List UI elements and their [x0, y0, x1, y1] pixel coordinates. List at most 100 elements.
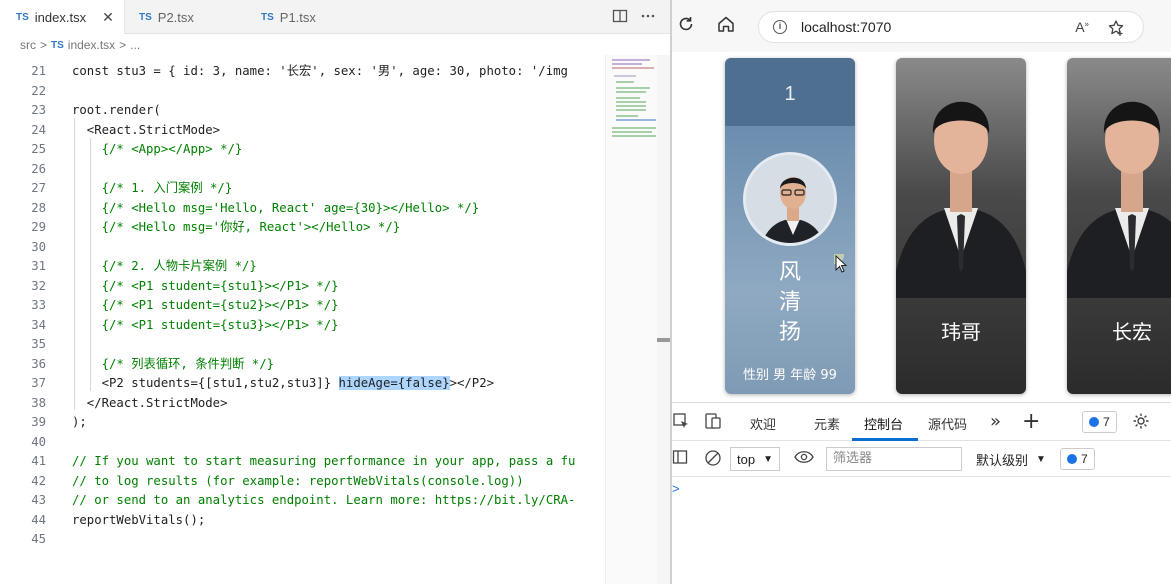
code-line[interactable]: 39); — [0, 413, 605, 433]
code-line[interactable]: 45 — [0, 530, 605, 550]
line-number: 28 — [31, 200, 46, 215]
issues-count: 7 — [1103, 415, 1110, 429]
code-line[interactable]: 38 </React.StrictMode> — [0, 394, 605, 414]
line-number: 41 — [31, 454, 46, 468]
tab-welcome[interactable]: 欢迎 — [750, 414, 776, 433]
clear-console-icon[interactable] — [704, 449, 722, 471]
close-icon[interactable]: ✕ — [102, 9, 114, 26]
tab-index-tsx[interactable]: TS index.tsx ✕ — [0, 0, 125, 34]
tab-elements[interactable]: 元素 — [814, 414, 840, 433]
add-tab-icon[interactable]: + — [1022, 409, 1040, 434]
chevron-down-icon: ▼ — [1036, 453, 1046, 465]
code-line[interactable]: 35 — [0, 335, 605, 355]
device-emulation-icon[interactable] — [704, 412, 722, 434]
context-value: top — [737, 451, 756, 467]
line-number: 25 — [31, 142, 46, 156]
mouse-cursor-icon — [826, 246, 850, 280]
code-line[interactable]: 40 — [0, 433, 605, 453]
more-tabs-icon[interactable]: » — [990, 411, 1001, 432]
line-number: 43 — [31, 493, 46, 507]
minimap[interactable] — [605, 55, 660, 584]
code-line[interactable]: 41 // If you want to start measuring perf… — [0, 452, 605, 472]
live-expression-eye-icon[interactable] — [794, 449, 814, 469]
line-number: 38 — [31, 395, 46, 410]
more-actions-icon[interactable] — [640, 8, 656, 28]
code-line[interactable]: 34 {/* <P1 student={stu3}></P1> */} — [0, 316, 605, 336]
line-number: 39 — [31, 415, 46, 429]
issues-count: 7 — [1081, 452, 1088, 466]
tab-sources[interactable]: 源代码 — [928, 414, 967, 433]
code-line[interactable]: 28 {/* <Hello msg='Hello, React' age={30… — [0, 199, 605, 219]
page-viewport: 1 风 清 扬 性别 男 年龄 99 玮哥 长宏 — [672, 52, 1171, 402]
sidebar-toggle-icon[interactable] — [672, 449, 688, 469]
home-icon[interactable] — [714, 14, 738, 38]
name-char: 清 — [778, 290, 801, 315]
editor-actions — [612, 8, 656, 28]
card-name: 长宏 — [1112, 320, 1152, 344]
tab-p1-tsx[interactable]: TS P1.tsx — [247, 0, 369, 34]
student-card[interactable]: 1 风 清 扬 性别 男 年龄 99 — [725, 58, 855, 394]
line-number: 30 — [31, 239, 46, 254]
line-number: 33 — [31, 298, 46, 312]
tab-label: P1.tsx — [279, 9, 316, 25]
filter-issues-badge[interactable]: 7 — [1060, 448, 1095, 470]
console-prompt[interactable]: > — [672, 481, 680, 496]
line-number: 44 — [31, 512, 46, 527]
url-field[interactable]: i localhost:7070 A» — [758, 11, 1144, 43]
line-code: {/* <P1 student={stu3}></P1> */} — [72, 317, 339, 332]
code-line[interactable]: 31 {/* 2. 人物卡片案例 */} — [0, 257, 605, 277]
code-line[interactable]: 42 // to log results (for example: report… — [0, 472, 605, 492]
console-toolbar: top ▼ 筛选器 默认级别 ▼ 7 — [672, 441, 1171, 477]
code-line[interactable]: 36 {/* 列表循环, 条件判断 */} — [0, 355, 605, 375]
log-level-select[interactable]: 默认级别 ▼ — [970, 447, 1052, 471]
code-line[interactable]: 33 {/* <P1 student={stu2}></P1> */} — [0, 296, 605, 316]
context-select[interactable]: top ▼ — [730, 447, 780, 471]
line-number: 34 — [31, 317, 46, 332]
code-line[interactable]: 22 — [0, 82, 605, 102]
breadcrumb-file[interactable]: index.tsx — [68, 38, 115, 52]
code-line[interactable]: 43 // or send to an analytics endpoint. L… — [0, 491, 605, 511]
line-number: 32 — [31, 278, 46, 293]
student-card[interactable]: 玮哥 — [896, 58, 1026, 394]
breadcrumb-src[interactable]: src — [20, 38, 36, 52]
line-code: {/* <P1 student={stu2}></P1> */} — [72, 298, 339, 312]
favorite-add-icon[interactable] — [1107, 19, 1125, 40]
code-line[interactable]: 37 <P2 students={[stu1,stu2,stu3]} hideA… — [0, 374, 605, 394]
address-bar: i localhost:7070 A» — [672, 0, 1171, 52]
code-line[interactable]: 26 — [0, 160, 605, 180]
code-line[interactable]: 25 {/* <App></App> */} — [0, 140, 605, 160]
code-line[interactable]: 30 — [0, 238, 605, 258]
read-aloud-icon[interactable]: A» — [1075, 19, 1089, 40]
split-editor-icon[interactable] — [612, 8, 628, 28]
line-code: {/* <Hello msg='Hello, React' age={30}><… — [72, 200, 480, 215]
vertical-scrollbar[interactable] — [657, 55, 670, 584]
line-code: ); — [72, 415, 87, 429]
card-info: 性别 男 年龄 99 — [743, 368, 837, 383]
code-area[interactable]: 21 const stu3 = { id: 3, name: '长宏', sex:… — [0, 60, 605, 584]
portrait-photo — [896, 101, 1026, 298]
tab-p2-tsx[interactable]: TS P2.tsx — [125, 0, 247, 34]
refresh-icon[interactable] — [674, 14, 698, 38]
issues-badge[interactable]: 7 — [1082, 411, 1117, 433]
scrollbar-thumb[interactable] — [657, 338, 670, 342]
tab-console[interactable]: 控制台 — [864, 414, 903, 433]
code-line[interactable]: 44 reportWebVitals(); — [0, 511, 605, 531]
console-filter-input[interactable]: 筛选器 — [826, 447, 962, 471]
screen: TS index.tsx ✕ TS P2.tsx TS P1.tsx src >… — [0, 0, 1171, 584]
code-line[interactable]: 24 <React.StrictMode> — [0, 121, 605, 141]
student-card[interactable]: 长宏 — [1067, 58, 1171, 394]
tab-label: P2.tsx — [157, 9, 194, 25]
settings-gear-icon[interactable] — [1132, 412, 1150, 434]
code-line[interactable]: 21 const stu3 = { id: 3, name: '长宏', sex:… — [0, 62, 605, 82]
line-code: {/* 1. 入门案例 */} — [72, 181, 233, 195]
code-line[interactable]: 29 {/* <Hello msg='你好, React'></Hello> *… — [0, 218, 605, 238]
inspect-element-icon[interactable] — [672, 412, 690, 434]
code-line[interactable]: 32 {/* <P1 student={stu1}></P1> */} — [0, 277, 605, 297]
breadcrumb-symbol[interactable]: ... — [130, 38, 140, 52]
line-code: {/* 列表循环, 条件判断 */} — [72, 356, 275, 371]
line-code: {/* <Hello msg='你好, React'></Hello> */} — [72, 220, 401, 234]
issues-icon — [1089, 417, 1099, 427]
info-icon[interactable]: i — [773, 20, 787, 34]
code-line[interactable]: 23 root.render( — [0, 101, 605, 121]
code-line[interactable]: 27 {/* 1. 入门案例 */} — [0, 179, 605, 199]
